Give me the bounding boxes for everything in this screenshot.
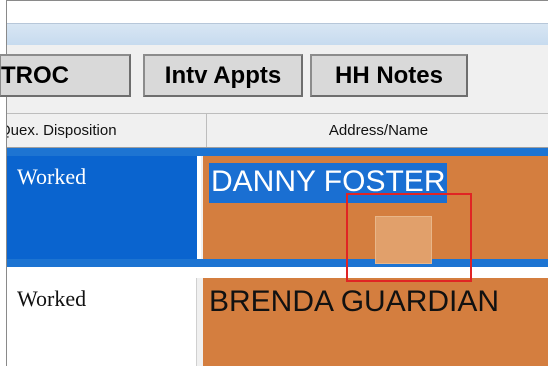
column-header-disposition-label: Quex. Disposition [7,122,117,139]
address-name-text: BRENDA GUARDIAN [209,285,500,318]
disposition-cell[interactable]: Worked [7,156,201,259]
table-row[interactable]: Worked BRENDA GUARDIAN [7,278,548,366]
disposition-cell[interactable]: Worked [7,278,197,366]
tab-intv-appts[interactable]: Intv Appts [143,54,303,97]
tab-hh-notes[interactable]: HH Notes [310,54,468,97]
table-row[interactable]: Worked DANNY FOSTER [7,156,548,259]
grid-separator-bar [7,259,548,267]
tab-troc[interactable]: TROC [0,54,131,97]
drag-cursor-ghost [375,216,432,264]
address-name-cell[interactable]: BRENDA GUARDIAN [203,278,548,366]
grid-separator-bar [7,148,548,156]
disposition-text: Worked [17,164,87,189]
title-strip [7,23,548,46]
window-top-strip [7,1,548,24]
disposition-text: Worked [17,286,87,311]
address-name-text: DANNY FOSTER [209,163,448,203]
grid-header-row: Quex. Disposition Address/Name [7,113,548,148]
column-header-address-name[interactable]: Address/Name [206,114,548,147]
column-header-disposition[interactable]: Quex. Disposition [7,114,203,147]
app-window: TROC Intv Appts HH Notes Quex. Dispositi… [0,0,548,366]
grid-row-gap [7,267,548,278]
column-header-address-name-label: Address/Name [328,122,429,139]
tab-row: TROC Intv Appts HH Notes [0,45,548,113]
